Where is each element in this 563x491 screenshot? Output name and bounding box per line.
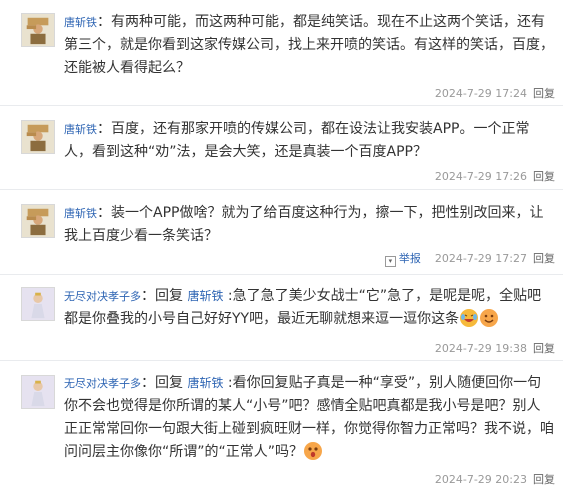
username-link[interactable]: 唐斩铁	[64, 123, 97, 136]
worker-with-bricks-avatar[interactable]	[21, 204, 55, 238]
reply-content: 唐斩铁：有两种可能，而这两种可能，都是纯笑话。现在不止这两个笑话，还有第三个，就…	[64, 11, 554, 80]
reply-colon: ：	[97, 14, 111, 30]
reply-content: 无尽对决孝子多：回复 唐斩铁 :急了急了美少女战士“它”急了，是呢是呢，全贴吧都…	[64, 285, 554, 331]
username-link[interactable]: 无尽对决孝子多	[64, 290, 141, 303]
anime-figure-avatar[interactable]	[21, 287, 55, 321]
reply-content: 唐斩铁：百度，还有那家开喷的传媒公司，都在设法让我安装APP。一个正常人，看到这…	[64, 118, 554, 164]
reply-colon: ：	[97, 205, 111, 221]
reply-item: 唐斩铁：有两种可能，而这两种可能，都是纯笑话。现在不止这两个笑话，还有第三个，就…	[0, 0, 563, 106]
reply-keyword: 回复	[155, 288, 183, 304]
anime-figure-avatar[interactable]	[21, 375, 55, 409]
reply-button[interactable]: 回复	[533, 473, 555, 486]
reply-time: 2024-7-29 17:26	[434, 170, 527, 183]
shocked-emoji	[304, 442, 323, 460]
reply-text: 有两种可能，而这两种可能，都是纯笑话。现在不止这两个笑话，还有第三个，就是你看到…	[64, 14, 554, 76]
report-button[interactable]: ▾ 举报	[384, 252, 421, 267]
grinning-emoji	[480, 309, 499, 327]
reply-keyword: 回复	[155, 375, 183, 391]
reply-content: 唐斩铁：装一个APP做啥？就为了给百度这种行为，擦一下，把性别改回来，让我上百度…	[64, 202, 554, 248]
reply-footer: ▾ 举报 2024-7-29 17:27 回复	[384, 250, 555, 267]
reply-item: 唐斩铁：百度，还有那家开喷的传媒公司，都在设法让我安装APP。一个正常人，看到这…	[0, 106, 563, 190]
username-link[interactable]: 唐斩铁	[64, 16, 97, 29]
reply-time: 2024-7-29 17:24	[434, 87, 527, 100]
reply-content: 无尽对决孝子多：回复 唐斩铁 :看你回复贴子真是一种“享受”，别人随便回你一句你…	[64, 372, 554, 464]
worker-with-bricks-avatar[interactable]	[21, 13, 55, 47]
reply-button[interactable]: 回复	[533, 252, 555, 265]
reply-footer: 2024-7-29 20:23 回复	[435, 471, 555, 487]
reply-button[interactable]: 回复	[533, 170, 555, 183]
reply-footer: 2024-7-29 19:38 回复	[435, 340, 555, 356]
report-label: 举报	[398, 252, 421, 265]
report-dropdown-icon: ▾	[384, 256, 396, 267]
reply-text: 装一个APP做啥？就为了给百度这种行为，擦一下，把性别改回来，让我上百度少看一条…	[64, 205, 544, 244]
reply-footer: 2024-7-29 17:24 回复	[435, 85, 555, 101]
reply-button[interactable]: 回复	[533, 342, 555, 355]
reply-thread: 唐斩铁：有两种可能，而这两种可能，都是纯笑话。现在不止这两个笑话，还有第三个，就…	[0, 0, 563, 491]
username-link[interactable]: 唐斩铁	[64, 207, 97, 220]
crying-laughing-emoji	[460, 309, 479, 327]
reply-time: 2024-7-29 19:38	[434, 342, 527, 355]
reply-colon: ：	[141, 375, 155, 391]
reply-target-link[interactable]: 唐斩铁	[187, 289, 223, 303]
reply-footer: 2024-7-29 17:26 回复	[435, 168, 555, 184]
reply-colon: ：	[97, 121, 111, 137]
reply-item: 无尽对决孝子多：回复 唐斩铁 :看你回复贴子真是一种“享受”，别人随便回你一句你…	[0, 361, 563, 491]
reply-time: 2024-7-29 17:27	[434, 252, 527, 265]
worker-with-bricks-avatar[interactable]	[21, 120, 55, 154]
reply-time: 2024-7-29 20:23	[434, 473, 527, 486]
reply-colon: ：	[141, 288, 155, 304]
reply-button[interactable]: 回复	[533, 87, 555, 100]
reply-text: 百度，还有那家开喷的传媒公司，都在设法让我安装APP。一个正常人，看到这种“劝”…	[64, 121, 530, 160]
reply-item: 唐斩铁：装一个APP做啥？就为了给百度这种行为，擦一下，把性别改回来，让我上百度…	[0, 190, 563, 275]
reply-target-link[interactable]: 唐斩铁	[187, 376, 223, 390]
username-link[interactable]: 无尽对决孝子多	[64, 377, 141, 390]
reply-item: 无尽对决孝子多：回复 唐斩铁 :急了急了美少女战士“它”急了，是呢是呢，全贴吧都…	[0, 275, 563, 361]
